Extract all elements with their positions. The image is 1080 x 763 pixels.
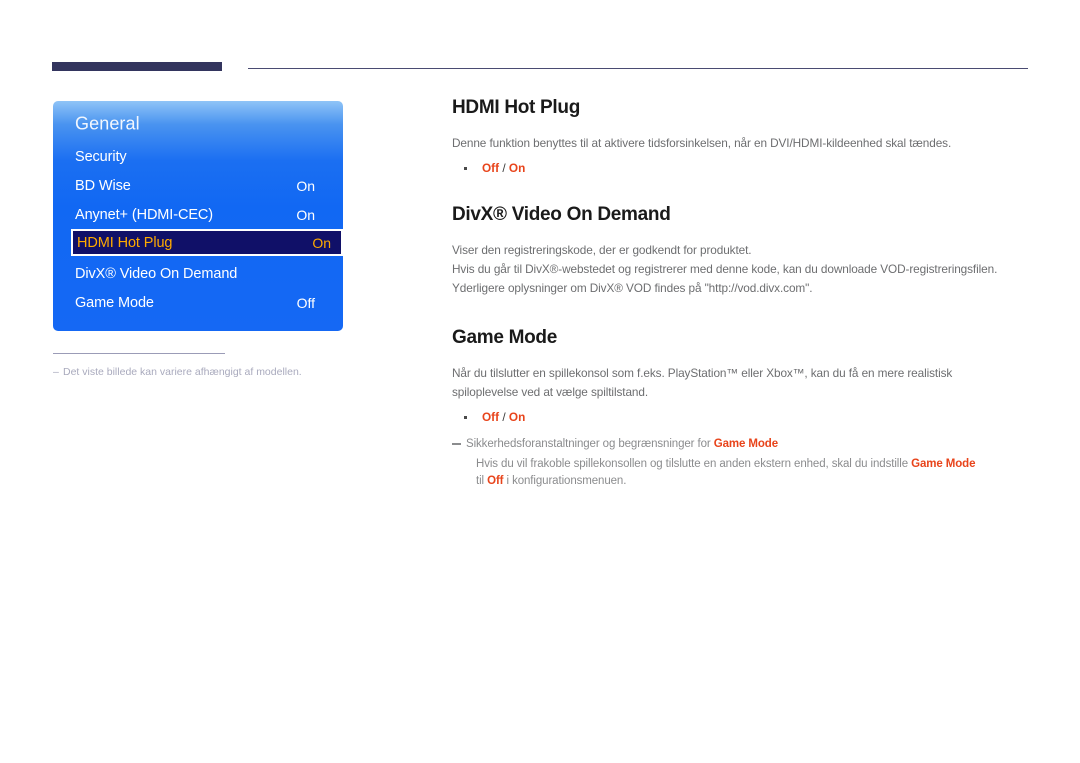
osd-menu-title-row: General	[53, 109, 343, 138]
note-body-part3: i konfigurationsmenuen.	[503, 475, 627, 487]
section-heading-hdmi-hot-plug: HDMI Hot Plug	[452, 97, 581, 118]
section-heading-divx-vod: DivX® Video On Demand	[452, 204, 671, 225]
osd-item-hdmi-hot-plug-selected[interactable]: HDMI Hot Plug On	[71, 229, 343, 256]
article-content: HDMI Hot Plug Denne funktion benyttes ti…	[452, 96, 1030, 490]
option-value-off: Off	[482, 161, 500, 175]
section-paragraph: Yderligere oplysninger om DivX® VOD find…	[452, 281, 813, 295]
option-separator: /	[499, 410, 509, 424]
option-bullet-hdmi: Off / On	[452, 160, 1030, 177]
osd-item-value: On	[312, 234, 331, 251]
option-value-on: On	[508, 410, 526, 424]
osd-footnote: – Det viste billede kan variere afhængigt…	[53, 365, 353, 379]
note-title-emphasis: Game Mode	[713, 438, 779, 450]
osd-item-game-mode[interactable]: Game Mode Off	[53, 288, 343, 317]
osd-item-label: BD Wise	[75, 177, 131, 194]
section-paragraph: Denne funktion benyttes til at aktivere …	[452, 136, 952, 150]
note-body: Hvis du vil frakoble spillekonsollen og …	[476, 456, 986, 490]
option-value-on: On	[508, 161, 526, 175]
section-paragraph: Når du tilslutter en spillekonsol som f.…	[452, 366, 953, 399]
osd-item-label: DivX® Video On Demand	[75, 265, 238, 282]
osd-item-label: Game Mode	[75, 294, 154, 311]
note-body-emphasis-game-mode: Game Mode	[911, 458, 976, 470]
note-game-mode: Sikkerhedsforanstaltninger og begrænsnin…	[452, 436, 1030, 490]
osd-footnote-divider	[53, 353, 225, 354]
note-title-prefix: Sikkerhedsforanstaltninger og begrænsnin…	[466, 438, 714, 450]
option-bullet-game-mode: Off / On	[452, 409, 1030, 426]
header-accent-bar	[52, 62, 222, 71]
osd-item-anynet[interactable]: Anynet+ (HDMI-CEC) On	[53, 200, 343, 229]
section-paragraph: Hvis du går til DivX®-webstedet og regis…	[452, 262, 998, 276]
osd-item-label: Anynet+ (HDMI-CEC)	[75, 206, 213, 223]
osd-item-label: HDMI Hot Plug	[77, 234, 173, 251]
osd-item-value: On	[296, 177, 315, 194]
osd-item-value: Off	[296, 294, 315, 311]
note-body-emphasis-off: Off	[487, 475, 504, 487]
note-dash-icon	[452, 443, 461, 445]
section-paragraph: Viser den registreringskode, der er godk…	[452, 243, 752, 257]
option-value-off: Off	[482, 410, 500, 424]
page-header-rule	[0, 62, 1080, 76]
option-separator: /	[499, 161, 509, 175]
osd-menu-title: General	[75, 113, 140, 133]
osd-item-divx-vod[interactable]: DivX® Video On Demand	[53, 259, 343, 288]
section-heading-game-mode: Game Mode	[452, 327, 557, 348]
osd-item-bd-wise[interactable]: BD Wise On	[53, 171, 343, 200]
note-body-part2: til	[476, 475, 488, 487]
osd-menu-panel: General Security BD Wise On Anynet+ (HDM…	[53, 101, 343, 331]
osd-item-label: Security	[75, 148, 127, 165]
header-divider-line	[248, 68, 1028, 69]
osd-footnote-text: Det viste billede kan variere afhængigt …	[63, 366, 302, 378]
footnote-dash-icon: –	[53, 366, 59, 378]
osd-item-value: On	[296, 206, 315, 223]
note-body-part1: Hvis du vil frakoble spillekonsollen og …	[476, 458, 912, 470]
note-title: Sikkerhedsforanstaltninger og begrænsnin…	[466, 436, 1030, 453]
osd-item-security[interactable]: Security	[53, 142, 343, 171]
